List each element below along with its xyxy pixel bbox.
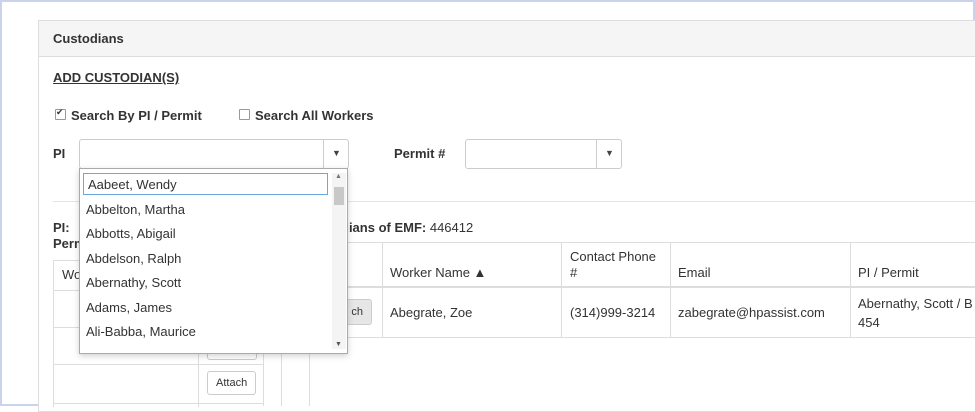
pi-permit-cell-line2: 454 (858, 315, 880, 330)
dropdown-scrollbar[interactable]: ▲ ▼ (332, 173, 346, 349)
column-divider (850, 242, 851, 338)
pi-info-label: PI: (53, 220, 70, 235)
scrollbar-thumb[interactable] (334, 187, 344, 205)
attach-button[interactable]: Attach (207, 371, 257, 395)
dropdown-option[interactable]: Ali-Babba, Maurice (86, 324, 196, 339)
phone-cell: (314)999-3214 (570, 305, 656, 320)
pi-dropdown-search-input[interactable] (83, 173, 328, 195)
scroll-up-icon[interactable]: ▲ (335, 173, 342, 180)
scroll-down-icon[interactable]: ▼ (335, 341, 342, 348)
email-cell: zabegrate@hpassist.com (678, 305, 825, 320)
permit-select-toggle[interactable]: ▼ (596, 140, 621, 168)
pi-select[interactable]: ▼ (79, 139, 349, 169)
search-by-pi-label[interactable]: Search By PI / Permit (71, 108, 202, 123)
custodians-table-top (309, 242, 975, 243)
column-divider (382, 242, 383, 338)
worker-name-column-header[interactable]: Worker Name ▲ (390, 265, 486, 280)
dropdown-option[interactable]: Adams, James (86, 300, 172, 315)
pi-field-label: PI (53, 146, 66, 161)
chevron-down-icon: ▼ (605, 148, 614, 158)
column-divider (670, 242, 671, 338)
pi-dropdown-list: Abbelton, Martha Abbotts, Abigail Abdels… (79, 168, 348, 354)
permit-select[interactable]: ▼ (465, 139, 622, 169)
dropdown-option[interactable]: Abernathy, Scott (86, 275, 181, 290)
add-custodians-link[interactable]: ADD CUSTODIAN(S) (53, 70, 179, 85)
email-column-header[interactable]: Email (678, 265, 711, 280)
pi-permit-cell-line1: Abernathy, Scott / B (858, 296, 973, 311)
emf-heading: dians of EMF: 446412 (341, 220, 473, 235)
pi-select-toggle[interactable]: ▼ (323, 140, 348, 168)
custodians-table-row-border (309, 337, 975, 338)
custodians-table-header-border (309, 286, 975, 288)
search-all-workers-checkbox[interactable] (239, 109, 250, 120)
contact-phone-column-header[interactable]: Contact Phone # (570, 249, 665, 281)
search-all-workers-label[interactable]: Search All Workers (255, 108, 374, 123)
panel-title: Custodians (53, 31, 124, 46)
pi-permit-column-header[interactable]: PI / Permit (858, 265, 919, 280)
permit-field-label: Permit # (394, 146, 446, 161)
dropdown-option[interactable]: Abdelson, Ralph (86, 251, 181, 266)
dropdown-option[interactable]: Abbotts, Abigail (86, 226, 176, 241)
worker-name-cell: Abegrate, Zoe (390, 305, 473, 320)
panel-heading: Custodians (39, 21, 975, 57)
emf-number: 446412 (429, 220, 474, 235)
dropdown-option[interactable]: Abbelton, Martha (86, 202, 185, 217)
emf-heading-label: dians of EMF: (341, 220, 427, 235)
column-divider (561, 242, 562, 338)
search-by-pi-checkbox[interactable] (55, 107, 66, 120)
chevron-down-icon: ▼ (332, 148, 341, 158)
